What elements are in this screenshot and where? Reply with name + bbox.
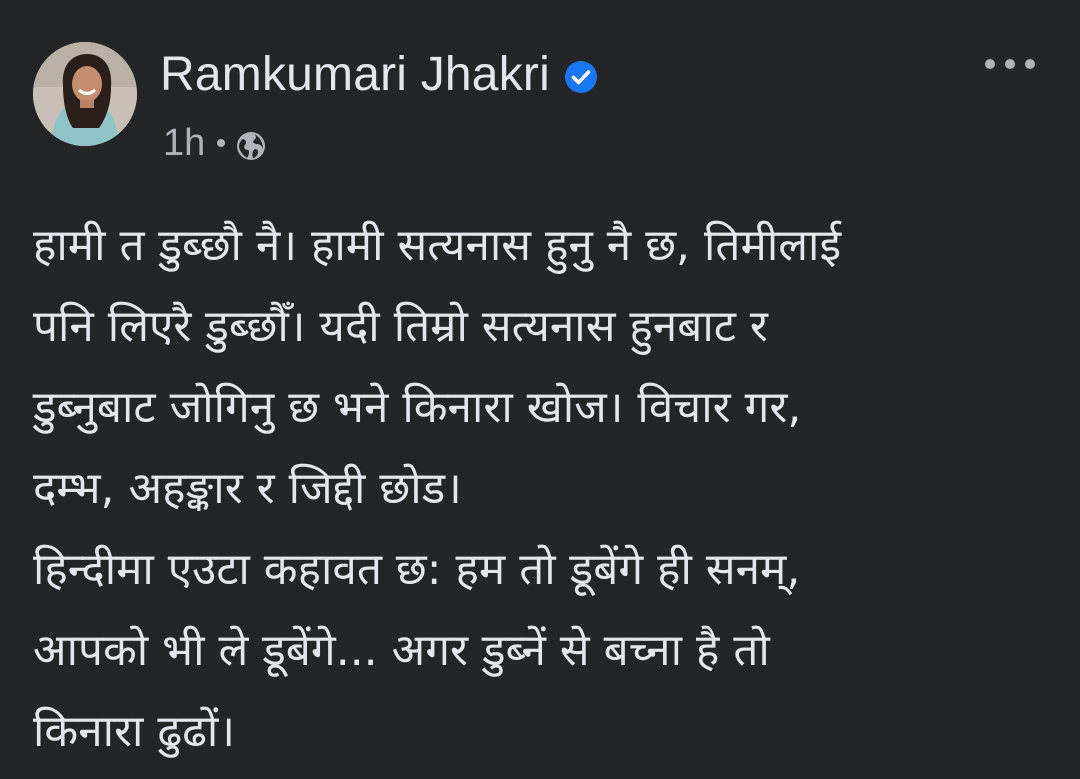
- author-name[interactable]: Ramkumari Jhakri: [160, 45, 550, 105]
- more-options-icon[interactable]: [985, 52, 1035, 76]
- post-paragraph-1: हामी त डुब्छौ नै। हामी सत्यनास हुनु नै छ…: [33, 220, 842, 514]
- post-meta: 1h: [163, 120, 267, 166]
- post-body: हामी त डुब्छौ नै। हामी सत्यनास हुनु नै छ…: [33, 205, 1043, 772]
- globe-icon[interactable]: [235, 127, 267, 160]
- author-header: Ramkumari Jhakri: [160, 45, 598, 105]
- verified-badge-icon: [564, 60, 598, 94]
- facebook-post: Ramkumari Jhakri 1h हामी त डुब्छौ नै। हा…: [0, 0, 1080, 779]
- more-dot: [985, 59, 995, 69]
- meta-separator: [217, 139, 226, 147]
- more-dot: [1025, 59, 1035, 69]
- avatar[interactable]: [33, 42, 137, 146]
- post-timestamp[interactable]: 1h: [163, 120, 205, 166]
- more-dot: [1005, 59, 1015, 69]
- post-paragraph-2: हिन्दीमा एउटा कहावत छ: हम तो डूबेंगे ही …: [33, 544, 801, 757]
- avatar-photo: [33, 42, 137, 146]
